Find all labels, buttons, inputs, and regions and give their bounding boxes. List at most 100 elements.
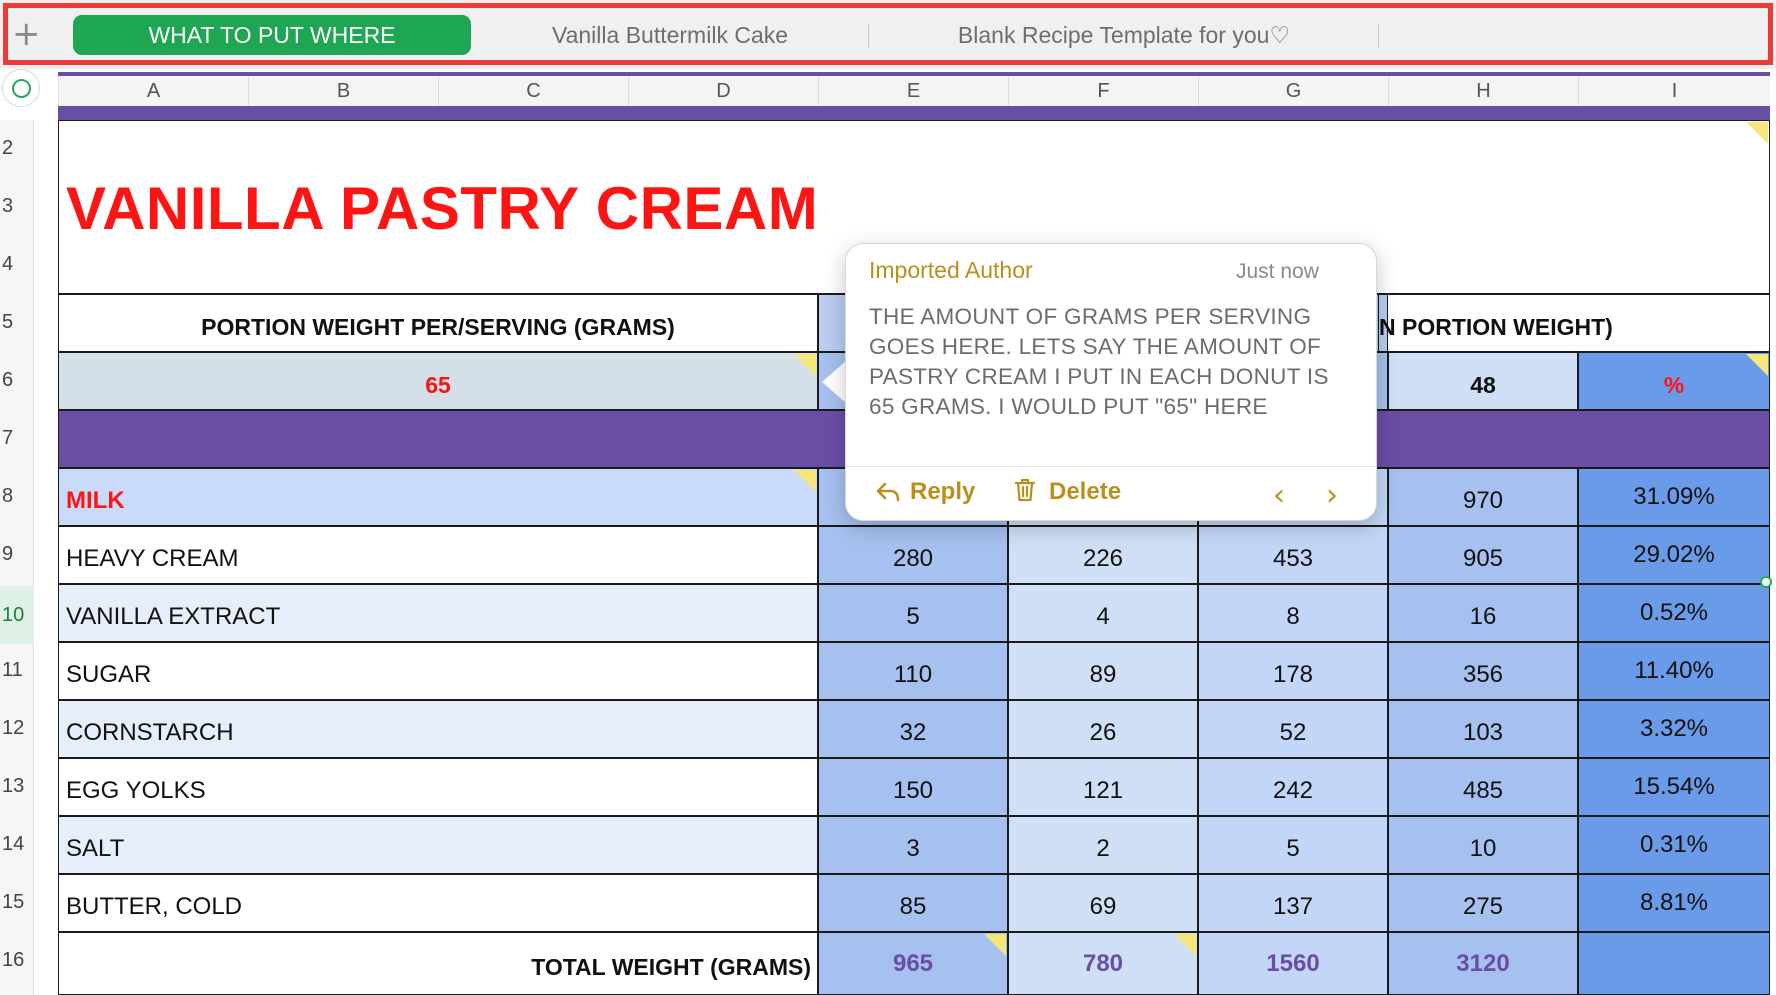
column-header-d[interactable]: D — [628, 76, 818, 106]
ingredient-percent-cell[interactable]: 0.31% — [1578, 816, 1770, 874]
ingredient-f-cell[interactable]: 26 — [1008, 700, 1198, 758]
comment-divider — [846, 466, 1376, 467]
comment-indicator-icon[interactable] — [984, 934, 1006, 956]
ingredient-name-cell[interactable]: CORNSTARCH — [58, 700, 818, 758]
row-header-3[interactable]: 3 — [0, 195, 34, 218]
reply-button[interactable]: Reply — [910, 478, 975, 506]
row-header-13[interactable]: 13 — [0, 775, 34, 798]
row-header-14[interactable]: 14 — [0, 833, 34, 856]
cell-h6[interactable]: 48 — [1388, 352, 1578, 410]
ingredient-h-cell[interactable]: 103 — [1388, 700, 1578, 758]
ingredient-e-cell[interactable]: 32 — [818, 700, 1008, 758]
select-all-icon — [12, 79, 31, 98]
ingredient-f-cell[interactable]: 2 — [1008, 816, 1198, 874]
row-header-6[interactable]: 6 — [0, 369, 34, 392]
ingredient-e-cell[interactable]: 150 — [818, 758, 1008, 816]
comment-indicator-icon[interactable] — [1746, 354, 1768, 376]
ingredient-g-cell[interactable]: 8 — [1198, 584, 1388, 642]
ingredient-g-cell[interactable]: 5 — [1198, 816, 1388, 874]
ingredient-percent-cell[interactable]: 0.52% — [1578, 584, 1770, 642]
total-e-cell[interactable]: 965 — [818, 932, 1008, 995]
ingredient-f-cell[interactable]: 226 — [1008, 526, 1198, 584]
ingredient-name-cell[interactable]: HEAVY CREAM — [58, 526, 818, 584]
ingredient-h-cell[interactable]: 905 — [1388, 526, 1578, 584]
column-header-f[interactable]: F — [1008, 76, 1198, 106]
ingredient-e-cell[interactable]: 5 — [818, 584, 1008, 642]
column-header-c[interactable]: C — [438, 76, 628, 106]
selection-handle[interactable] — [1760, 576, 1772, 588]
header-color-band — [58, 106, 1770, 120]
ingredient-e-cell[interactable]: 280 — [818, 526, 1008, 584]
comment-timestamp: Just now — [1236, 260, 1319, 283]
ingredient-f-cell[interactable]: 89 — [1008, 642, 1198, 700]
row-header-5[interactable]: 5 — [0, 311, 34, 334]
row-header-7[interactable]: 7 — [0, 427, 34, 450]
ingredient-percent-cell[interactable]: 3.32% — [1578, 700, 1770, 758]
ingredient-g-cell[interactable]: 52 — [1198, 700, 1388, 758]
total-h-cell[interactable]: 3120 — [1388, 932, 1578, 995]
header-cell-hi[interactable]: N PORTION WEIGHT) — [1378, 294, 1770, 352]
ingredient-h-cell[interactable]: 275 — [1388, 874, 1578, 932]
ingredient-e-cell[interactable]: 110 — [818, 642, 1008, 700]
ingredient-h-cell[interactable]: 16 — [1388, 584, 1578, 642]
column-header-g[interactable]: G — [1198, 76, 1388, 106]
column-header-b[interactable]: B — [248, 76, 438, 106]
cell-i6[interactable]: % — [1578, 352, 1770, 410]
delete-button[interactable]: Delete — [1049, 478, 1121, 506]
ingredient-percent-cell[interactable]: 8.81% — [1578, 874, 1770, 932]
ingredient-name-cell[interactable]: EGG YOLKS — [58, 758, 818, 816]
row-header-8[interactable]: 8 — [0, 485, 34, 508]
reply-icon[interactable] — [875, 479, 901, 505]
ingredient-g-cell[interactable]: 178 — [1198, 642, 1388, 700]
comment-author: Imported Author — [869, 257, 1033, 283]
comment-body[interactable]: THE AMOUNT OF GRAMS PER SERVING GOES HER… — [869, 302, 1359, 422]
row-header-4[interactable]: 4 — [0, 253, 34, 276]
ingredient-name-cell[interactable]: BUTTER, COLD — [58, 874, 818, 932]
ingredient-name-cell[interactable]: SALT — [58, 816, 818, 874]
trash-icon[interactable] — [1014, 477, 1036, 503]
column-header-i[interactable]: I — [1578, 76, 1770, 106]
ingredient-percent-cell[interactable]: 15.54% — [1578, 758, 1770, 816]
ingredient-h-cell[interactable]: 485 — [1388, 758, 1578, 816]
ingredient-name-cell[interactable]: SUGAR — [58, 642, 818, 700]
total-f-cell[interactable]: 780 — [1008, 932, 1198, 995]
ingredient-percent-cell[interactable]: 11.40% — [1578, 642, 1770, 700]
ingredient-f-cell[interactable]: 121 — [1008, 758, 1198, 816]
total-weight-label-cell[interactable]: TOTAL WEIGHT (GRAMS) — [58, 932, 818, 995]
total-g-cell[interactable]: 1560 — [1198, 932, 1388, 995]
comment-indicator-icon[interactable] — [794, 470, 816, 492]
row-header-12[interactable]: 12 — [0, 717, 34, 740]
column-header-e[interactable]: E — [818, 76, 1008, 106]
ingredient-g-cell[interactable]: 137 — [1198, 874, 1388, 932]
comment-indicator-icon[interactable] — [1746, 122, 1768, 144]
ingredient-h-cell[interactable]: 970 — [1388, 468, 1578, 526]
chevron-right-icon[interactable]: › — [1326, 478, 1338, 513]
ingredient-e-cell[interactable]: 85 — [818, 874, 1008, 932]
row-header-15[interactable]: 15 — [0, 891, 34, 914]
row-header-9[interactable]: 9 — [0, 543, 34, 566]
comment-indicator-icon[interactable] — [1174, 934, 1196, 956]
ingredient-e-cell[interactable]: 3 — [818, 816, 1008, 874]
ingredient-f-cell[interactable]: 69 — [1008, 874, 1198, 932]
portion-weight-value-cell[interactable]: 65 — [58, 352, 818, 410]
row-header-2[interactable]: 2 — [0, 137, 34, 160]
ingredient-g-cell[interactable]: 453 — [1198, 526, 1388, 584]
ingredient-g-cell[interactable]: 242 — [1198, 758, 1388, 816]
ingredient-percent-cell[interactable]: 29.02% — [1578, 526, 1770, 584]
row-header-11[interactable]: 11 — [0, 659, 34, 682]
column-header-h[interactable]: H — [1388, 76, 1578, 106]
tab-bar-highlight-outline — [3, 3, 1773, 65]
row-header-10[interactable]: 10 — [0, 586, 34, 644]
ingredient-name-cell[interactable]: VANILLA EXTRACT — [58, 584, 818, 642]
row-header-16[interactable]: 16 — [0, 949, 34, 972]
ingredient-name-cell[interactable]: MILK — [58, 468, 818, 526]
ingredient-h-cell[interactable]: 10 — [1388, 816, 1578, 874]
ingredient-percent-cell[interactable]: 31.09% — [1578, 468, 1770, 526]
chevron-left-icon[interactable]: ‹ — [1273, 478, 1285, 513]
comment-indicator-icon[interactable] — [794, 354, 816, 376]
ingredient-f-cell[interactable]: 4 — [1008, 584, 1198, 642]
portion-weight-label-cell[interactable]: PORTION WEIGHT PER/SERVING (GRAMS) — [58, 294, 818, 352]
total-i-cell[interactable] — [1578, 932, 1770, 995]
ingredient-h-cell[interactable]: 356 — [1388, 642, 1578, 700]
column-header-a[interactable]: A — [58, 76, 248, 106]
